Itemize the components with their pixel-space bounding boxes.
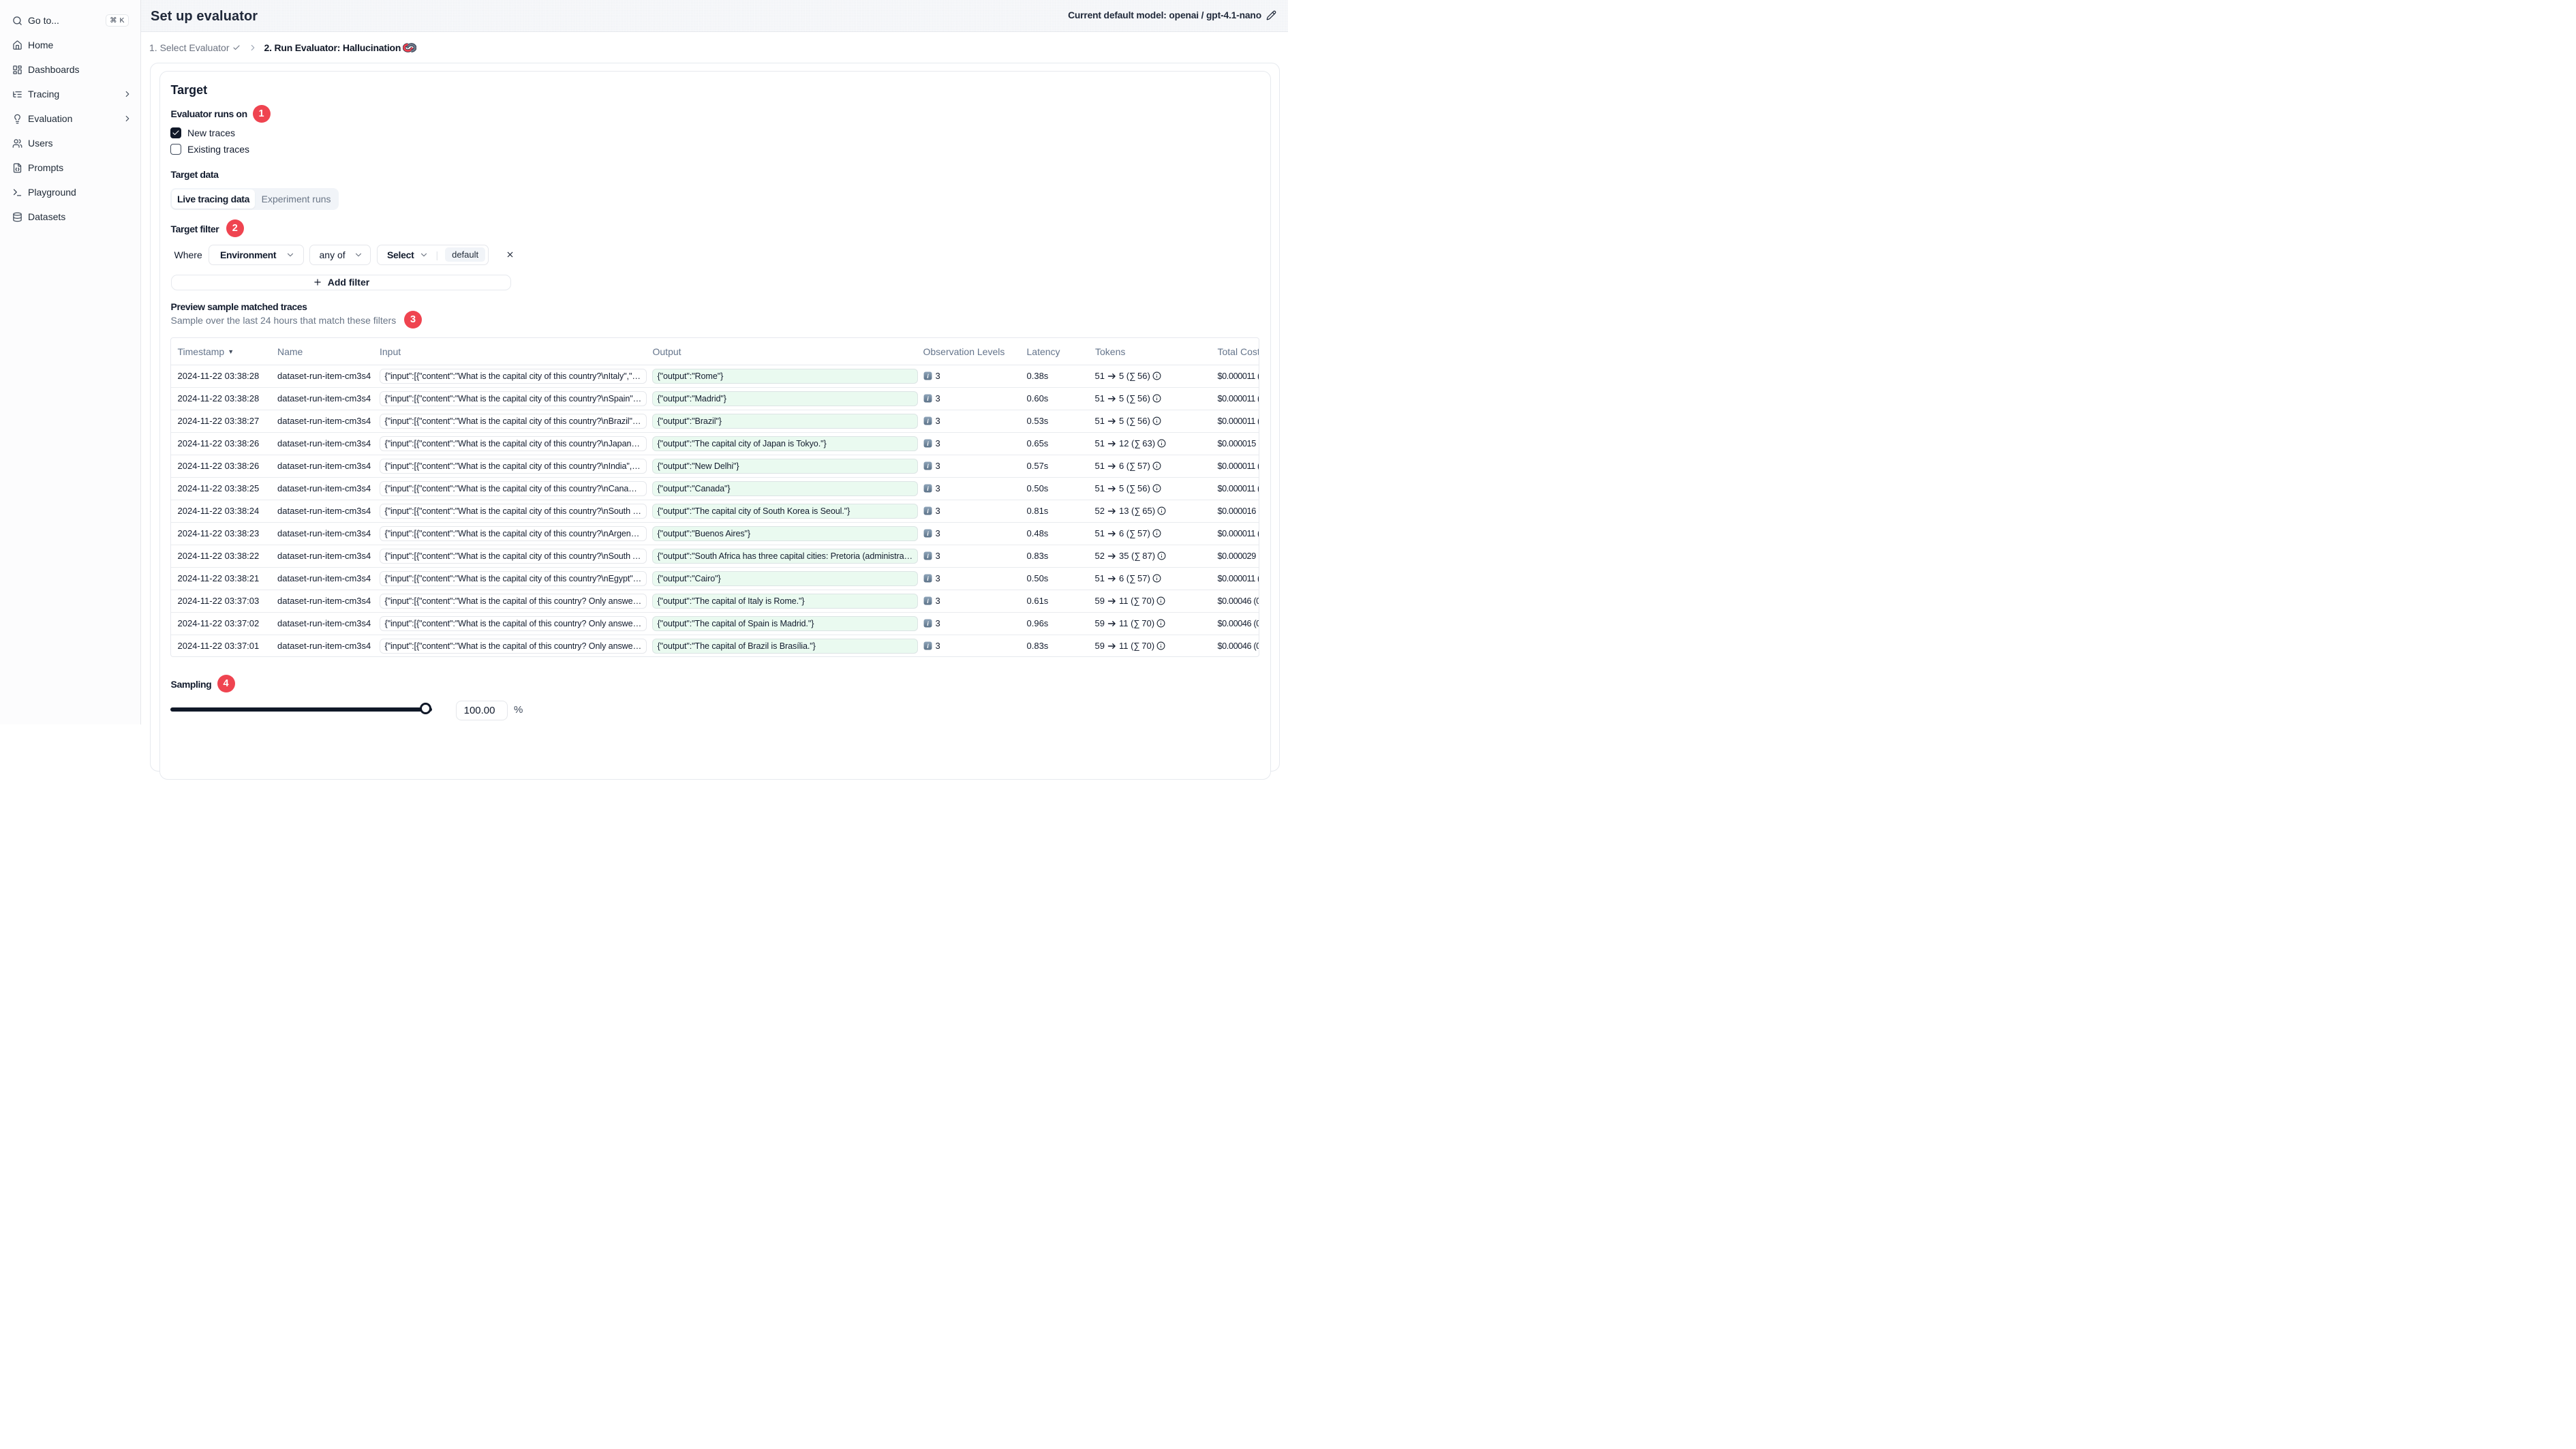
svg-text:i: i xyxy=(927,485,929,492)
svg-text:i: i xyxy=(927,553,929,560)
svg-text:i: i xyxy=(927,530,929,537)
svg-text:i: i xyxy=(927,575,929,582)
svg-text:i: i xyxy=(927,440,929,447)
svg-text:i: i xyxy=(927,643,929,650)
svg-text:i: i xyxy=(927,620,929,627)
svg-text:i: i xyxy=(927,598,929,605)
svg-text:i: i xyxy=(927,395,929,402)
svg-text:i: i xyxy=(927,373,929,380)
svg-text:i: i xyxy=(927,418,929,425)
svg-text:i: i xyxy=(927,463,929,470)
svg-text:i: i xyxy=(927,508,929,515)
